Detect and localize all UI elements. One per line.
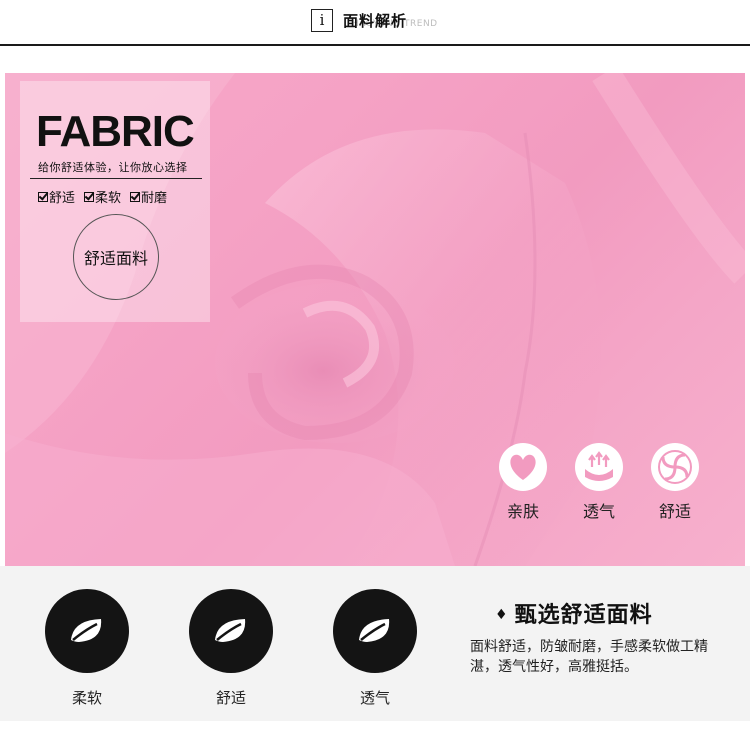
comfort-badge: 舒适面料	[73, 214, 159, 300]
check-label: 舒适	[49, 191, 76, 206]
feature-label: 舒适	[658, 502, 691, 521]
feature-comfort: 舒适	[645, 443, 705, 522]
card-divider	[30, 178, 202, 179]
check-item: 耐磨	[130, 187, 167, 206]
bottom-feature-comfort: 舒适	[186, 589, 276, 708]
checkbox-icon	[38, 191, 48, 202]
fabric-description: 面料舒适，防皱耐磨，手感柔软做工精湛，透气性好，高雅挺括。	[470, 639, 708, 675]
checkbox-icon	[84, 191, 95, 202]
bottom-feature-breathable: 透气	[330, 589, 420, 708]
check-item: 柔软	[84, 187, 121, 206]
feature-label: 亲肤	[506, 502, 539, 521]
fabric-tagline: 给你舒适体验，让你放心选择	[38, 161, 188, 174]
bottom-feature-soft: 柔软	[42, 589, 132, 708]
fabric-info-card: FABRIC 给你舒适体验，让你放心选择 舒适 柔软 耐磨 舒适面料	[20, 81, 210, 322]
bottom-feature-label: 柔软	[71, 689, 102, 707]
feature-skin-friendly: 亲肤	[493, 443, 553, 522]
check-label: 柔软	[95, 191, 122, 206]
selection-headline: ♦ 甄选舒适面料	[495, 597, 653, 629]
breathable-icon	[575, 443, 623, 491]
bottom-feature-label: 舒适	[215, 689, 246, 707]
diamond-icon: ♦	[495, 607, 509, 623]
check-item: 舒适	[38, 187, 75, 206]
headline-text: 甄选舒适面料	[514, 603, 653, 628]
feature-checklist: 舒适 柔软 耐磨	[38, 187, 167, 206]
leaf-icon	[189, 589, 273, 673]
feature-label: 透气	[582, 502, 615, 521]
section-header: i HAOYONG TREND 面料解析	[0, 0, 750, 46]
fabric-heading: FABRIC	[36, 107, 195, 156]
feature-breathable: 透气	[569, 443, 629, 522]
info-icon: i	[311, 9, 333, 32]
header-divider	[0, 44, 750, 46]
check-label: 耐磨	[141, 191, 168, 206]
leaf-icon	[45, 589, 129, 673]
bottom-feature-label: 透气	[359, 689, 390, 707]
section-title: 面料解析	[343, 12, 408, 30]
leaf-icon	[333, 589, 417, 673]
swirl-icon	[651, 443, 699, 491]
heart-icon	[499, 443, 547, 491]
checkbox-icon	[130, 191, 141, 202]
